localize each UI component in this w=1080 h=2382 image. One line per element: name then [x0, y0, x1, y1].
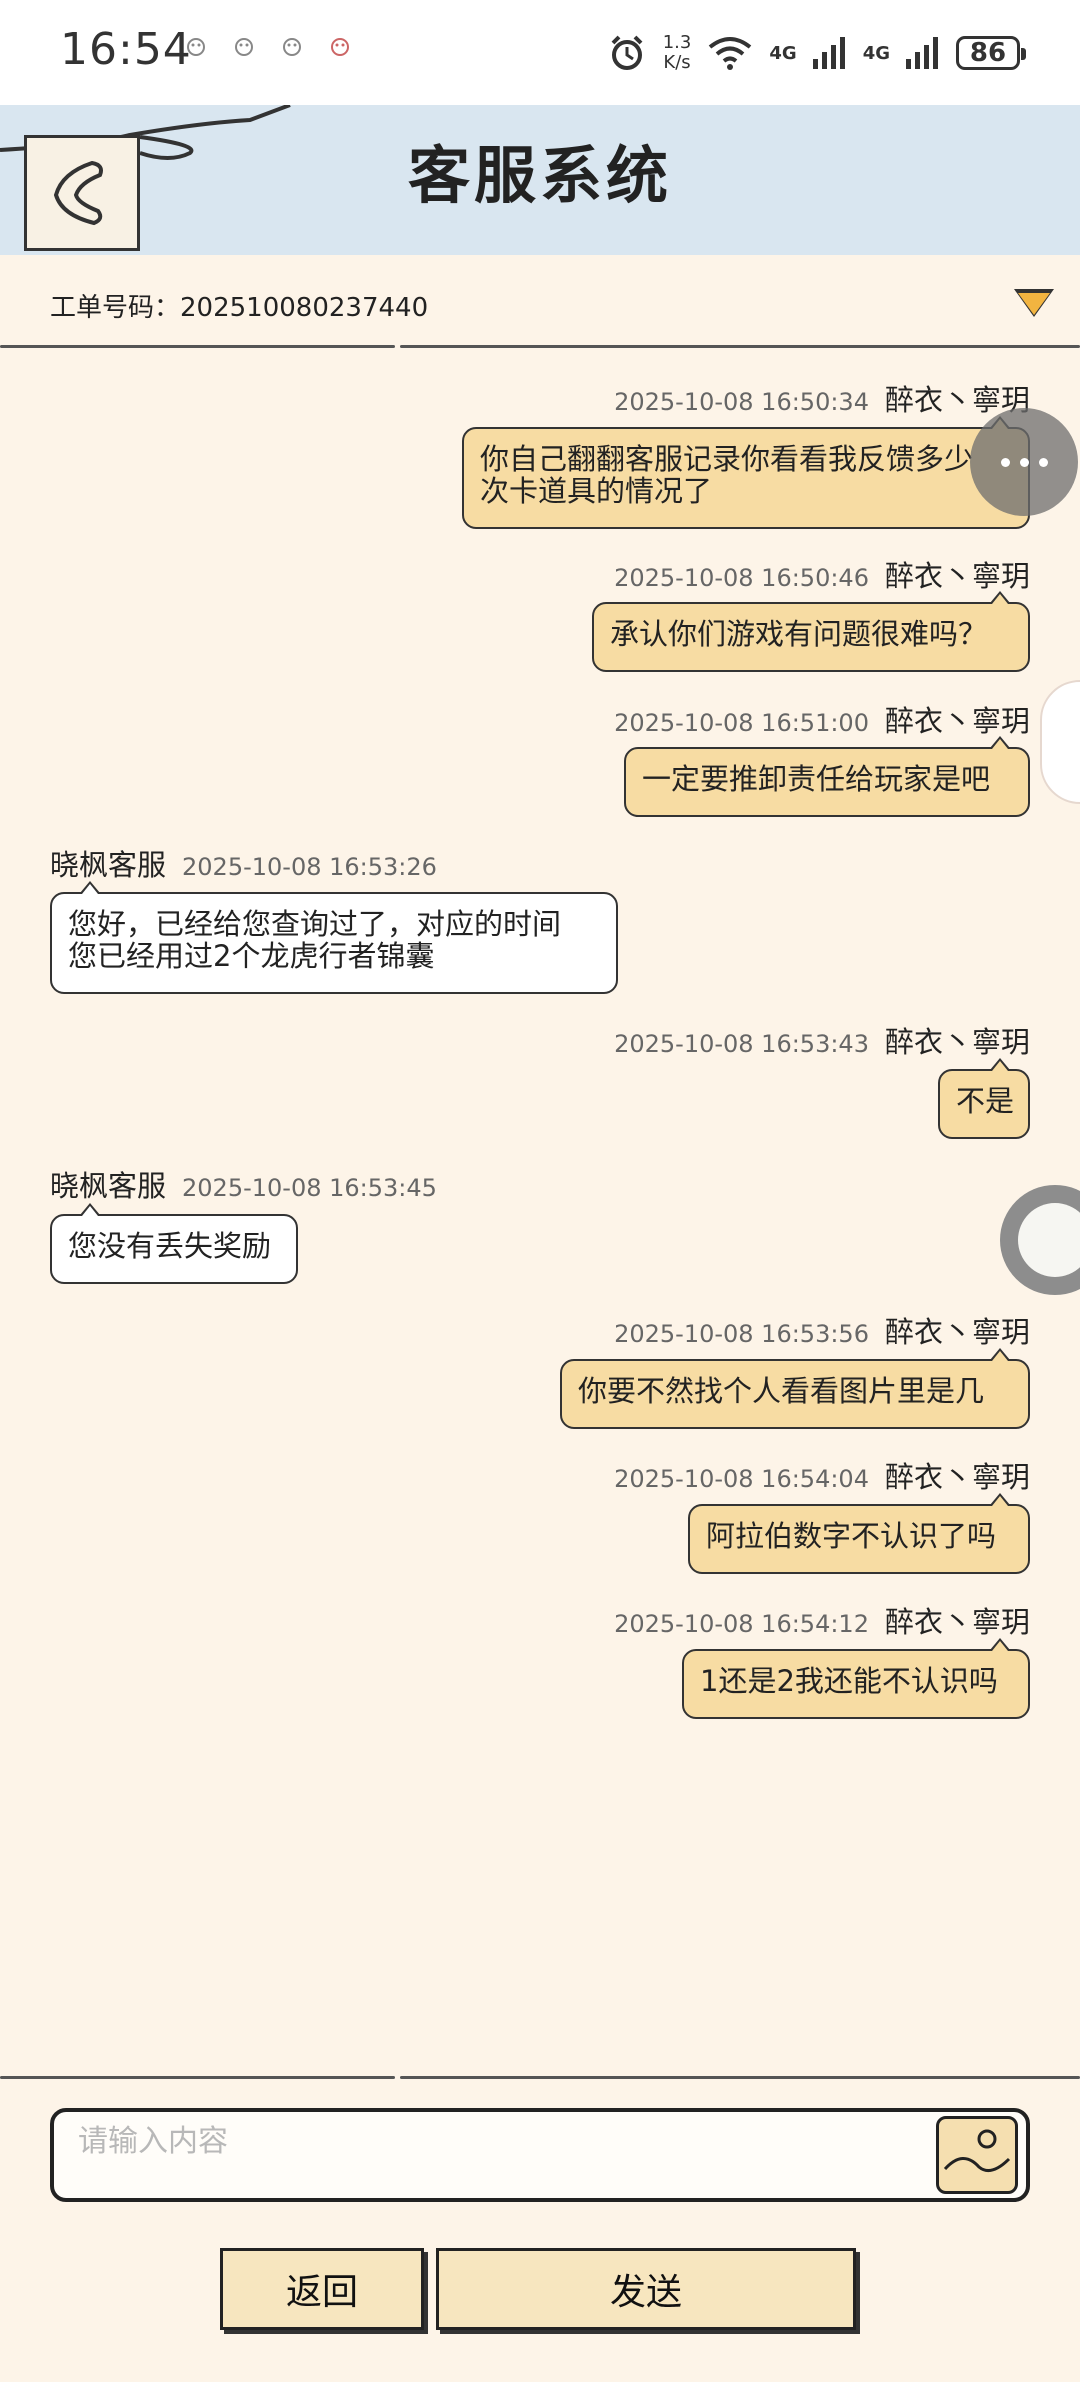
network-type-1: 4G — [769, 42, 797, 64]
message-bubble-user: 你自己翻翻客服记录你看看我反馈多少 次卡道具的情况了 — [462, 416, 1030, 529]
sender-name: 晓枫客服 — [50, 848, 167, 882]
message-bubble-user: 你要不然找个人看看图片里是几 — [560, 1348, 1030, 1429]
message-meta: 2025-10-08 16:51:00 醉衣丶寧玥 — [614, 698, 1030, 740]
send-button[interactable]: 发送 — [436, 2248, 856, 2330]
message-text: 您已经用过2个龙虎行者锦囊 — [68, 939, 435, 973]
message-text: 一定要推卸责任给玩家是吧 — [642, 762, 991, 796]
message-timestamp: 2025-10-08 16:53:43 — [614, 1030, 869, 1058]
sender-name: 醉衣丶寧玥 — [884, 1025, 1030, 1059]
sender-name: 醉衣丶寧玥 — [884, 559, 1030, 593]
page-title: 客服系统 — [407, 139, 672, 212]
message-text: 你要不然找个人看看图片里是几 — [578, 1374, 985, 1408]
message-bubble-user: 阿拉伯数字不认识了吗 — [688, 1493, 1030, 1574]
divider — [400, 2076, 1080, 2079]
dot-icon — [1000, 457, 1010, 467]
message-meta: 2025-10-08 16:54:04 醉衣丶寧玥 — [614, 1454, 1030, 1496]
status-icons: 1.3 K/s 4G 4G 86 — [607, 28, 1026, 78]
notification-icon — [331, 38, 349, 56]
ticket-bar: 工单号码：202510080237440 — [0, 255, 1080, 347]
message-text: 次卡道具的情况了 — [480, 474, 713, 508]
message-input-box — [50, 2108, 1030, 2202]
message-timestamp: 2025-10-08 16:53:56 — [614, 1320, 869, 1348]
message-timestamp: 2025-10-08 16:50:46 — [614, 564, 869, 592]
sender-name: 醉衣丶寧玥 — [884, 704, 1030, 738]
message-bubble-agent: 您好，已经给您查询过了，对应的时间 您已经用过2个龙虎行者锦囊 — [50, 881, 618, 994]
signal-icon — [906, 37, 938, 69]
mascot-icon — [1018, 1203, 1080, 1277]
message-timestamp: 2025-10-08 16:53:26 — [182, 853, 437, 881]
notification-icon — [235, 38, 253, 56]
alarm-icon — [611, 35, 643, 70]
clock: 16:54 — [60, 24, 192, 75]
network-speed: 1.3 K/s — [662, 32, 692, 73]
notification-icon — [283, 38, 301, 56]
signal-icon — [812, 37, 845, 69]
message-bubble-agent: 您没有丢失奖励 — [50, 1203, 298, 1284]
sender-name: 醉衣丶寧玥 — [884, 1460, 1030, 1494]
divider — [0, 2076, 395, 2079]
message-timestamp: 2025-10-08 16:53:45 — [182, 1174, 437, 1202]
message-text: 不是 — [956, 1084, 1015, 1118]
battery-indicator: 86 — [956, 36, 1026, 70]
message-bubble-user: 不是 — [938, 1058, 1030, 1139]
notification-icon — [187, 38, 205, 56]
message-meta: 2025-10-08 16:53:56 醉衣丶寧玥 — [614, 1309, 1030, 1351]
message-text: 阿拉伯数字不认识了吗 — [706, 1519, 997, 1553]
message-meta: 2025-10-08 16:50:34 醉衣丶寧玥 — [614, 377, 1030, 419]
sender-name: 醉衣丶寧玥 — [884, 1315, 1030, 1349]
dropdown-arrow-icon[interactable] — [1018, 293, 1050, 315]
return-button[interactable]: 返回 — [220, 2248, 424, 2330]
floating-mascot-icon[interactable] — [1040, 680, 1080, 804]
message-timestamp: 2025-10-08 16:50:34 — [614, 388, 869, 416]
message-text: 你自己翻翻客服记录你看看我反馈多少 — [480, 442, 974, 476]
chat-history: 2025-10-08 16:50:34 醉衣丶寧玥 你自己翻翻客服记录你看看我反馈… — [0, 347, 1080, 2067]
message-bubble-user: 一定要推卸责任给玩家是吧 — [624, 736, 1030, 817]
floating-more-button[interactable] — [970, 408, 1078, 516]
app-header: 客服系统 — [0, 105, 1080, 255]
image-icon — [943, 2129, 1011, 2173]
message-meta: 2025-10-08 16:53:43 醉衣丶寧玥 — [614, 1019, 1030, 1061]
message-timestamp: 2025-10-08 16:51:00 — [614, 709, 869, 737]
ticket-number: 工单号码：202510080237440 — [50, 293, 429, 323]
message-input[interactable] — [76, 2120, 900, 2162]
wifi-icon — [709, 37, 752, 70]
message-text: 您没有丢失奖励 — [68, 1229, 272, 1263]
message-meta: 晓枫客服 2025-10-08 16:53:45 — [50, 1163, 437, 1205]
message-meta: 晓枫客服 2025-10-08 16:53:26 — [50, 842, 437, 884]
image-upload-button[interactable] — [936, 2116, 1018, 2194]
message-bubble-user: 承认你们游戏有问题很难吗？ — [592, 591, 1030, 672]
message-bubble-user: 1还是2我还能不认识吗 — [682, 1638, 1030, 1719]
message-text: 您好，已经给您查询过了，对应的时间 — [68, 907, 562, 941]
sender-name: 晓枫客服 — [50, 1169, 167, 1203]
message-text: 1还是2我还能不认识吗 — [700, 1664, 998, 1698]
dot-icon — [1019, 457, 1029, 467]
message-timestamp: 2025-10-08 16:54:12 — [614, 1610, 869, 1638]
message-timestamp: 2025-10-08 16:54:04 — [614, 1465, 869, 1493]
network-type-2: 4G — [862, 42, 890, 64]
status-bar: 16:54 1.3 K/s 4G 4G 86 — [0, 0, 1080, 105]
message-meta: 2025-10-08 16:54:12 醉衣丶寧玥 — [614, 1599, 1030, 1641]
message-meta: 2025-10-08 16:50:46 醉衣丶寧玥 — [614, 553, 1030, 595]
dot-icon — [1038, 457, 1048, 467]
message-text: 承认你们游戏有问题很难吗？ — [610, 617, 988, 651]
sender-name: 醉衣丶寧玥 — [884, 1605, 1030, 1639]
